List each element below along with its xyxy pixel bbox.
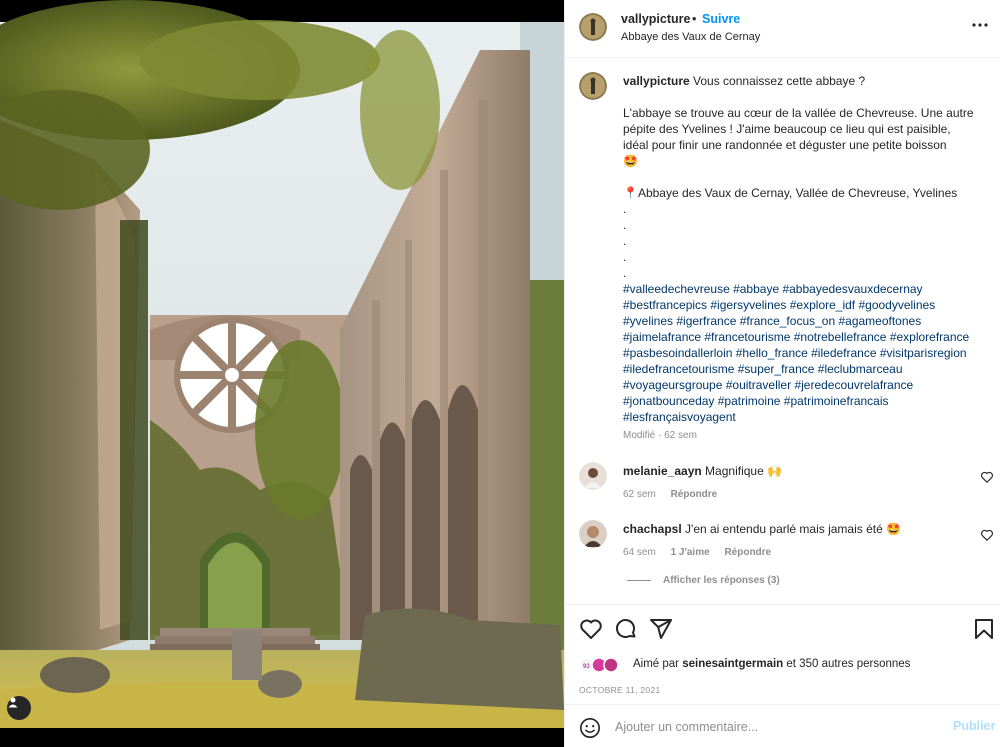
comment-input[interactable]: [615, 717, 935, 737]
comment-username[interactable]: melanie_aayn: [623, 464, 702, 478]
commenter-avatar-image: [579, 462, 607, 490]
post-location[interactable]: Abbaye des Vaux de Cernay: [621, 31, 760, 43]
caption-text: vallypicture Vous connaissez cette abbay…: [623, 73, 978, 425]
instagram-post-view: vallypicture • Suivre Abbaye des Vaux de…: [0, 0, 1000, 747]
comment-time: 64 sem: [623, 547, 656, 558]
more-options-button[interactable]: [970, 16, 990, 34]
more-horizontal-icon: [972, 23, 988, 27]
save-button[interactable]: [972, 617, 996, 641]
caption-edited-time: Modifié · 62 sem: [623, 430, 697, 441]
caption-location-line: 📍Abbaye des Vaux de Cernay, Vallée de Ch…: [623, 186, 958, 200]
post-date: OCTOBRE 11, 2021: [579, 685, 661, 695]
author-avatar-image: [579, 13, 607, 41]
abbey-ruins-photo: [0, 0, 564, 747]
author-username[interactable]: vallypicture: [621, 12, 690, 26]
author-avatar[interactable]: [579, 13, 607, 41]
likes-suffix[interactable]: et 350 autres personnes: [783, 658, 910, 670]
comment-item: chachapsl J'en ai entendu parlé mais jam…: [565, 520, 1000, 570]
comments-list[interactable]: vallypicture Vous connaissez cette abbay…: [565, 58, 1000, 604]
follow-button[interactable]: Suivre: [702, 12, 740, 26]
likes-prefix: Aimé par: [633, 658, 683, 670]
comment-meta: 62 sem Répondre: [623, 489, 729, 500]
person-icon: [8, 697, 18, 708]
follow-separator: •: [692, 12, 697, 26]
view-replies-label: Afficher les réponses (3): [663, 575, 780, 586]
caption-author-avatar[interactable]: [579, 72, 607, 100]
view-replies-button[interactable]: Afficher les réponses (3): [627, 575, 780, 586]
caption-intro: Vous connaissez cette abbaye ?: [689, 74, 866, 88]
caption-hashtags[interactable]: #valleedechevreuse #abbaye #abbayedesvau…: [623, 282, 973, 424]
likes-user[interactable]: seinesaintgermain: [682, 658, 783, 670]
comment-username[interactable]: chachapsl: [623, 522, 682, 536]
comment-reply-button[interactable]: Répondre: [724, 547, 771, 558]
comment-like-button[interactable]: [980, 528, 994, 542]
comment-reply-button[interactable]: Répondre: [671, 489, 718, 500]
comment-text: melanie_aayn Magnifique 🙌: [623, 464, 782, 478]
post-photo[interactable]: [0, 0, 564, 747]
heart-icon: [580, 619, 602, 639]
commenter-avatar[interactable]: [579, 462, 607, 490]
tagged-users-button[interactable]: [7, 696, 31, 720]
commenter-avatar[interactable]: [579, 520, 607, 548]
comment-time: 62 sem: [623, 489, 656, 500]
publish-button[interactable]: Publier: [953, 719, 995, 733]
likers-avatars: 93: [579, 657, 619, 673]
bookmark-icon: [975, 619, 993, 639]
comment-text: chachapsl J'en ai entendu parlé mais jam…: [623, 522, 901, 536]
caption-username[interactable]: vallypicture: [623, 74, 690, 88]
share-icon: [650, 619, 672, 639]
post-actions: 93 Aimé par seinesaintgermain et 350 aut…: [565, 604, 1000, 704]
svg-text:93: 93: [583, 664, 590, 670]
smiley-icon: [580, 718, 600, 738]
add-comment-bar: Publier: [565, 704, 1000, 747]
post-header: vallypicture • Suivre Abbaye des Vaux de…: [565, 0, 1000, 58]
comment-body: J'en ai entendu parlé mais jamais été 🤩: [681, 522, 902, 536]
likes-text: Aimé par seinesaintgermain et 350 autres…: [633, 658, 910, 670]
replies-line: [627, 579, 651, 581]
comment-body: Magnifique 🙌: [701, 464, 783, 478]
caption-emoji: 🤩: [623, 154, 638, 168]
share-button[interactable]: [649, 617, 673, 641]
comment-item: melanie_aayn Magnifique 🙌 62 sem Répondr…: [565, 462, 1000, 512]
caption-paragraph: L'abbaye se trouve au cœur de la vallée …: [623, 106, 977, 152]
comment-icon: [616, 619, 636, 638]
comment-meta: 64 sem 1 J'aime Répondre: [623, 547, 783, 558]
emoji-picker-button[interactable]: [579, 717, 601, 739]
comment-like-button[interactable]: [980, 470, 994, 484]
caption-dots: . . . . .: [623, 202, 627, 280]
comment-likes-count[interactable]: 1 J'aime: [671, 547, 710, 558]
caption-avatar-image: [579, 72, 607, 100]
comment-button[interactable]: [614, 617, 638, 641]
heart-icon: [981, 529, 993, 541]
commenter-avatar-image: [579, 520, 607, 548]
like-button[interactable]: [579, 617, 603, 641]
heart-icon: [981, 471, 993, 483]
post-side-panel: vallypicture • Suivre Abbaye des Vaux de…: [564, 0, 1000, 747]
